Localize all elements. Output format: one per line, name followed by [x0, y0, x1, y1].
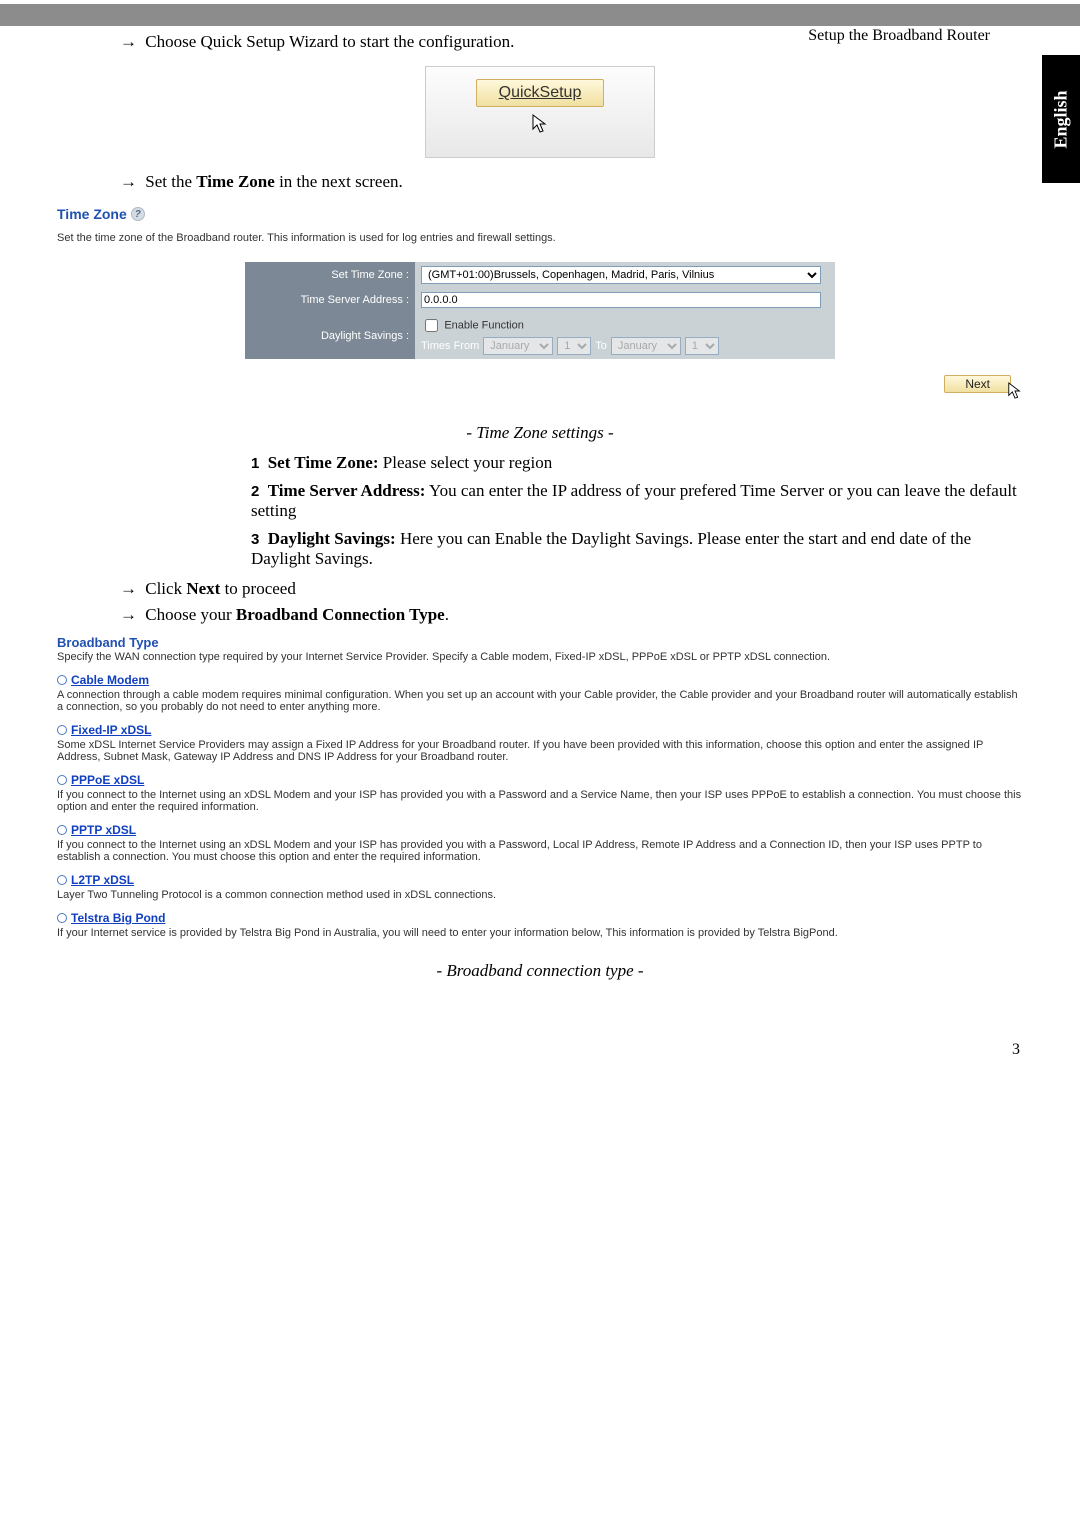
timezone-table: Set Time Zone : (GMT+01:00)Brussels, Cop…: [245, 262, 835, 359]
timezone-description: Set the time zone of the Broadband route…: [57, 232, 1025, 244]
instruction-step-2-suffix: in the next screen.: [279, 172, 403, 191]
arrow-icon: →: [120, 605, 137, 624]
timezone-caption: - Time Zone settings -: [55, 423, 1025, 443]
table-row: Time Server Address :: [245, 288, 835, 312]
daylight-to-month[interactable]: January: [611, 337, 681, 355]
broadband-option-desc: A connection through a cable modem requi…: [57, 689, 1023, 713]
daylight-from-day[interactable]: 1: [557, 337, 591, 355]
instruction-step-1-text: Choose Quick Setup Wizard to start the c…: [145, 32, 514, 51]
numbered-list: 1 Set Time Zone: Please select your regi…: [215, 453, 1025, 569]
broadband-type-panel: Broadband Type Specify the WAN connectio…: [55, 635, 1025, 939]
page-number: 3: [0, 1041, 1020, 1059]
timezone-config-panel: Time Zone ? Set the time zone of the Bro…: [55, 200, 1025, 401]
quick-setup-button[interactable]: QuickSetup: [476, 79, 605, 107]
timezone-title-text: Time Zone: [57, 206, 127, 222]
daylight-to-label: To: [595, 340, 607, 352]
radio-icon: [57, 675, 67, 685]
broadband-option-desc: If your Internet service is provided by …: [57, 927, 1023, 939]
broadband-type-title: Broadband Type: [57, 635, 1023, 650]
daylight-enable-checkbox[interactable]: [425, 319, 438, 332]
broadband-option-link[interactable]: PPPoE xDSL: [71, 773, 144, 787]
broadband-option-desc: Some xDSL Internet Service Providers may…: [57, 739, 1023, 763]
arrow-icon: →: [120, 579, 137, 598]
list-item: 2 Time Server Address: You can enter the…: [251, 481, 1025, 521]
next-button[interactable]: Next: [944, 375, 1011, 393]
timezone-title: Time Zone ?: [57, 206, 145, 222]
page-header-title: Setup the Broadband Router: [808, 27, 990, 45]
broadband-option-desc: Layer Two Tunneling Protocol is a common…: [57, 889, 1023, 901]
table-row: Set Time Zone : (GMT+01:00)Brussels, Cop…: [245, 262, 835, 288]
broadband-option-link[interactable]: PPTP xDSL: [71, 823, 136, 837]
timezone-select[interactable]: (GMT+01:00)Brussels, Copenhagen, Madrid,…: [421, 266, 821, 284]
daylight-from-month[interactable]: January: [483, 337, 553, 355]
broadband-option-l2tp[interactable]: L2TP xDSL: [57, 873, 1023, 887]
daylight-savings-label: Daylight Savings :: [245, 312, 415, 359]
broadband-option-link[interactable]: Cable Modem: [71, 673, 149, 687]
set-timezone-label: Set Time Zone :: [245, 262, 415, 288]
daylight-from-label: Times From: [421, 340, 479, 352]
broadband-option-cable-modem[interactable]: Cable Modem: [57, 673, 1023, 687]
broadband-type-intro: Specify the WAN connection type required…: [57, 651, 1023, 663]
radio-icon: [57, 875, 67, 885]
daylight-enable-label: Enable Function: [444, 320, 524, 332]
broadband-option-link[interactable]: L2TP xDSL: [71, 873, 134, 887]
time-server-input[interactable]: [421, 292, 821, 308]
arrow-icon: →: [120, 172, 137, 191]
broadband-option-telstra[interactable]: Telstra Big Pond: [57, 911, 1023, 925]
top-grey-bar: [0, 4, 1080, 26]
broadband-option-desc: If you connect to the Internet using an …: [57, 789, 1023, 813]
radio-icon: [57, 913, 67, 923]
radio-icon: [57, 775, 67, 785]
table-row: Daylight Savings : Enable Function Times…: [245, 312, 835, 359]
broadband-option-desc: If you connect to the Internet using an …: [57, 839, 1023, 863]
radio-icon: [57, 725, 67, 735]
cursor-icon: [1007, 381, 1023, 401]
time-server-label: Time Server Address :: [245, 288, 415, 312]
instruction-click-next: → Click Next to proceed: [120, 579, 1025, 599]
broadband-option-fixed-ip[interactable]: Fixed-IP xDSL: [57, 723, 1023, 737]
radio-icon: [57, 825, 67, 835]
instruction-step-2-bold: Time Zone: [196, 172, 275, 191]
arrow-icon: →: [120, 32, 137, 51]
broadband-caption: - Broadband connection type -: [55, 961, 1025, 981]
broadband-option-link[interactable]: Fixed-IP xDSL: [71, 723, 151, 737]
instruction-step-2-prefix: Set the: [145, 172, 196, 191]
help-icon[interactable]: ?: [131, 207, 145, 221]
broadband-option-link[interactable]: Telstra Big Pond: [71, 911, 165, 925]
cursor-icon: [531, 113, 549, 135]
broadband-option-pptp[interactable]: PPTP xDSL: [57, 823, 1023, 837]
daylight-to-day[interactable]: 1: [685, 337, 719, 355]
quick-setup-panel: QuickSetup: [425, 66, 655, 158]
instruction-step-2: → Set the Time Zone in the next screen.: [120, 172, 1025, 192]
language-tab-label: English: [1051, 90, 1072, 148]
list-item: 3 Daylight Savings: Here you can Enable …: [251, 529, 1025, 569]
instruction-choose-bct: → Choose your Broadband Connection Type.: [120, 605, 1025, 625]
list-item: 1 Set Time Zone: Please select your regi…: [251, 453, 1025, 473]
language-tab: English: [1042, 55, 1080, 183]
broadband-option-pppoe[interactable]: PPPoE xDSL: [57, 773, 1023, 787]
